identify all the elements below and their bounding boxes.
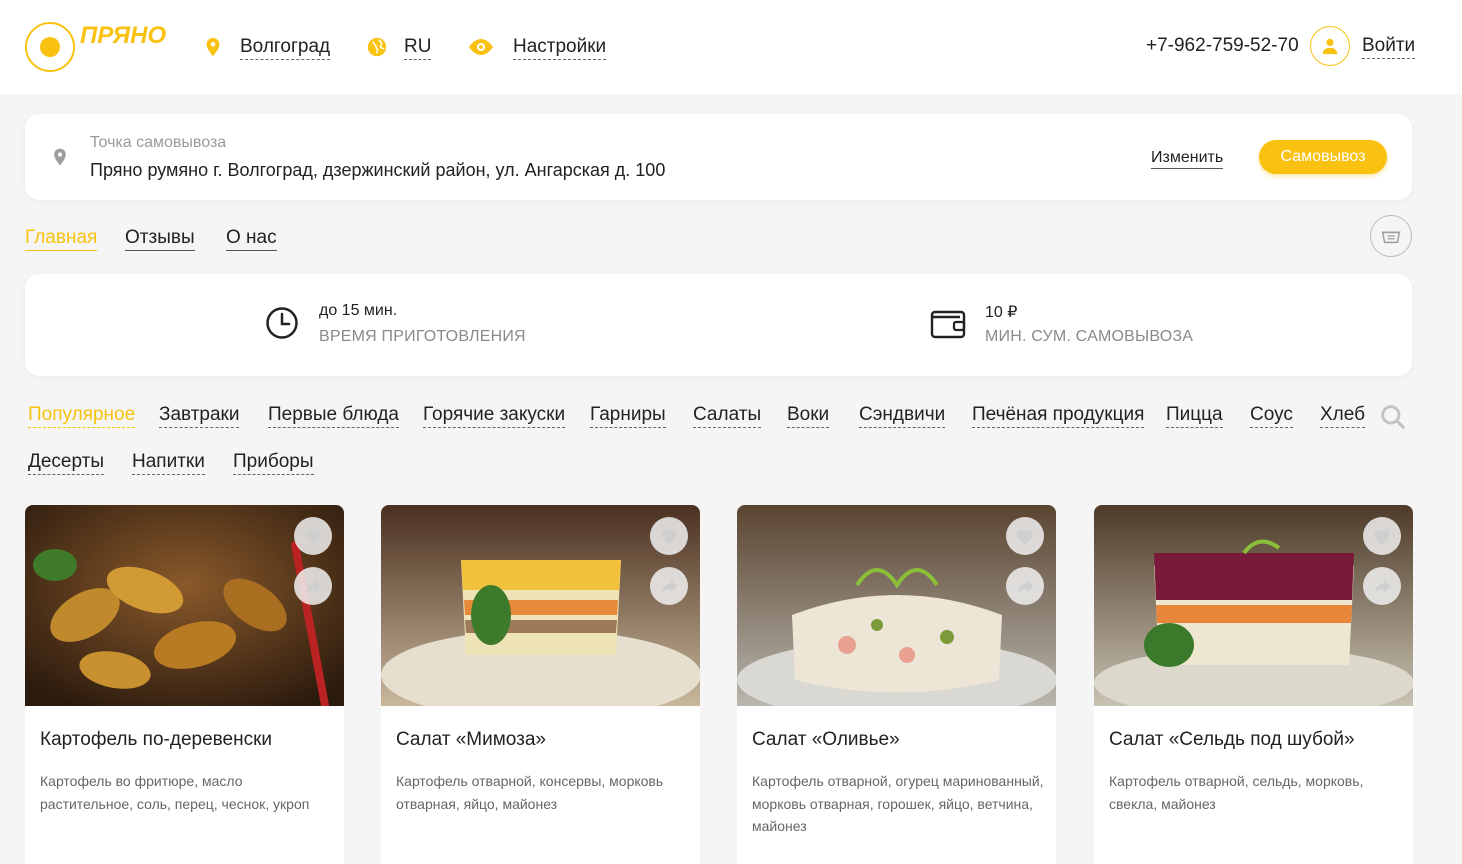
eye-icon: [469, 39, 493, 55]
heart-icon: [1017, 530, 1033, 545]
heart-icon: [661, 530, 677, 545]
category-drinks[interactable]: Напитки: [132, 450, 205, 475]
settings-label: Настройки: [513, 35, 607, 60]
category-sides[interactable]: Гарниры: [590, 403, 666, 428]
cart-button[interactable]: [1370, 215, 1412, 257]
pickup-address: Пряно румяно г. Волгоград, дзержинский р…: [90, 160, 666, 180]
product-card[interactable]: Картофель по-деревенски Картофель во фри…: [25, 505, 344, 864]
product-title[interactable]: Салат «Оливье»: [752, 729, 900, 751]
prep-time-label: ВРЕМЯ ПРИГОТОВЛЕНИЯ: [319, 328, 526, 345]
site-header: ПРЯНО Волгоград RU Настройки +7-962-759-…: [0, 0, 1462, 94]
category-cutlery[interactable]: Приборы: [233, 450, 314, 475]
product-title[interactable]: Салат «Мимоза»: [396, 729, 546, 751]
product-card[interactable]: Салат «Оливье» Картофель отварной, огуре…: [737, 505, 1056, 864]
basket-icon: [1381, 231, 1401, 244]
category-pizza[interactable]: Пицца: [1166, 403, 1223, 428]
settings-link[interactable]: Настройки: [467, 33, 607, 61]
pickup-point-panel: Точка самовывоза Пряно румяно г. Волгогр…: [25, 114, 1412, 200]
clock-icon: [266, 307, 298, 339]
favorite-button[interactable]: [1363, 517, 1401, 555]
category-bakery[interactable]: Печёная продукция: [972, 403, 1145, 428]
share-button[interactable]: [650, 567, 688, 605]
map-pin-icon: [206, 37, 220, 57]
logo-circle: [25, 22, 75, 72]
product-description: Картофель во фритюре, масло растительное…: [40, 773, 310, 812]
tab-reviews[interactable]: Отзывы: [125, 226, 195, 251]
product-description: Картофель отварной, огурец маринованный,…: [752, 773, 1044, 834]
category-first-courses[interactable]: Первые блюда: [268, 403, 399, 428]
wallet-icon: [930, 310, 966, 339]
product-description: Картофель отварной, консервы, морковь от…: [396, 773, 664, 812]
change-pickup-link[interactable]: Изменить: [1151, 148, 1224, 169]
category-bread[interactable]: Хлеб: [1320, 403, 1365, 428]
share-icon: [305, 579, 322, 594]
tab-main[interactable]: Главная: [25, 226, 98, 251]
category-desserts[interactable]: Десерты: [28, 450, 105, 475]
brand-logo[interactable]: ПРЯНО: [25, 20, 167, 72]
category-sauce[interactable]: Соус: [1250, 403, 1293, 428]
share-button[interactable]: [1363, 567, 1401, 605]
prep-time-value: до 15 мин.: [319, 302, 398, 319]
category-sandwiches[interactable]: Сэндвичи: [859, 403, 946, 428]
share-icon: [661, 579, 678, 594]
city-label: Волгоград: [240, 35, 331, 60]
location-pin-icon: [54, 148, 66, 166]
favorite-button[interactable]: [294, 517, 332, 555]
favorite-button[interactable]: [1006, 517, 1044, 555]
search-icon[interactable]: [1380, 404, 1406, 430]
product-title[interactable]: Салат «Сельдь под шубой»: [1109, 729, 1355, 751]
heart-icon: [1374, 530, 1390, 545]
city-selector[interactable]: Волгоград: [202, 33, 331, 61]
product-description: Картофель отварной, сельдь, морковь, све…: [1109, 773, 1364, 812]
language-label: RU: [404, 35, 432, 60]
login-label: Войти: [1362, 34, 1416, 59]
min-sum-value: 10 ₽: [985, 304, 1018, 321]
category-hot-snacks[interactable]: Горячие закуски: [423, 403, 566, 428]
category-woks[interactable]: Воки: [787, 403, 830, 428]
heart-icon: [305, 530, 321, 545]
product-title[interactable]: Картофель по-деревенски: [40, 729, 272, 751]
share-button[interactable]: [294, 567, 332, 605]
logo-text: ПРЯНО: [80, 22, 167, 49]
globe-icon: [367, 37, 387, 57]
tab-about[interactable]: О нас: [226, 226, 277, 251]
category-salads[interactable]: Салаты: [693, 403, 762, 428]
phone-number[interactable]: +7-962-759-52-70: [1146, 35, 1299, 57]
category-popular[interactable]: Популярное: [28, 403, 136, 428]
language-selector[interactable]: RU: [366, 33, 432, 61]
delivery-info-panel: до 15 мин. ВРЕМЯ ПРИГОТОВЛЕНИЯ 10 ₽ МИН.…: [25, 274, 1412, 376]
share-icon: [1374, 579, 1391, 594]
pickup-label: Точка самовывоза: [90, 134, 227, 151]
favorite-button[interactable]: [650, 517, 688, 555]
user-icon: [1310, 26, 1350, 66]
product-card[interactable]: Салат «Мимоза» Картофель отварной, консе…: [381, 505, 700, 864]
login-button[interactable]: Войти: [1310, 26, 1416, 66]
product-card[interactable]: Салат «Сельдь под шубой» Картофель отвар…: [1094, 505, 1413, 864]
share-icon: [1017, 579, 1034, 594]
min-sum-label: МИН. СУМ. САМОВЫВОЗА: [985, 328, 1194, 345]
share-button[interactable]: [1006, 567, 1044, 605]
pickup-mode-button[interactable]: Самовывоз: [1259, 140, 1387, 174]
category-breakfast[interactable]: Завтраки: [159, 403, 240, 428]
